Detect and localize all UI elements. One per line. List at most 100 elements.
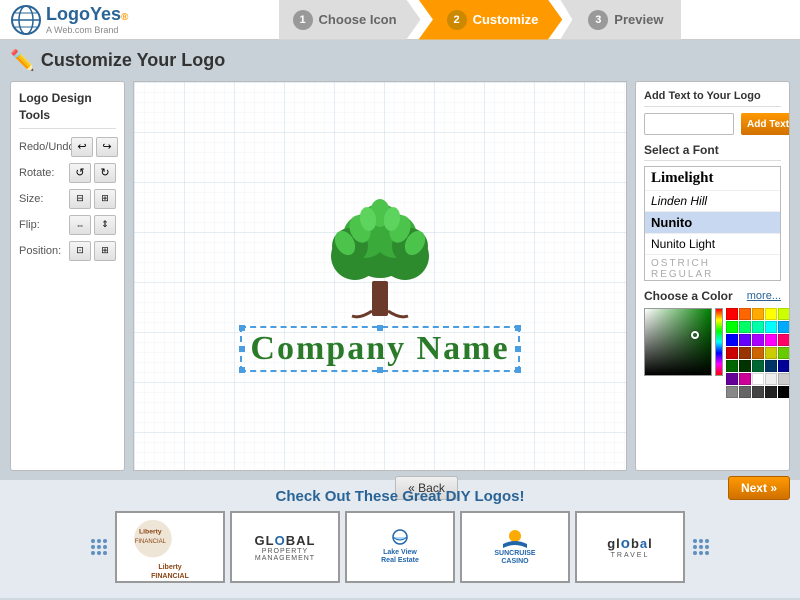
handle-mr[interactable] xyxy=(515,346,521,352)
color-swatch[interactable] xyxy=(765,373,777,385)
page-title: Customize Your Logo xyxy=(41,50,225,71)
font-section: Select a Font Limelight Linden Hill Nuni… xyxy=(644,143,781,281)
diy-logo-suncruise[interactable]: SUNCRUISECASINO xyxy=(460,511,570,583)
font-item-nunito-light[interactable]: Nunito Light xyxy=(645,234,780,255)
diy-logo-global-property[interactable]: GLOBAL PROPERTY MANAGEMENT xyxy=(230,511,340,583)
color-section: Choose a Color more... xyxy=(644,289,781,398)
step-2[interactable]: 2 Customize xyxy=(419,0,563,40)
size-label: Size: xyxy=(19,193,69,205)
color-swatch[interactable] xyxy=(726,373,738,385)
size-decrease-button[interactable]: ⊟ xyxy=(69,189,91,209)
flip-v-button[interactable]: ⇕ xyxy=(94,215,116,235)
handle-tl[interactable] xyxy=(239,325,245,331)
font-item-nunito[interactable]: Nunito xyxy=(645,212,780,234)
color-swatch[interactable] xyxy=(778,347,790,359)
font-item-ostrich[interactable]: OSTRICH REGULAR xyxy=(645,255,780,281)
color-swatch[interactable] xyxy=(752,347,764,359)
prev-logo-button[interactable] xyxy=(88,536,110,558)
color-swatch[interactable] xyxy=(739,386,751,398)
canvas-area[interactable]: Company Name xyxy=(133,81,627,471)
color-gradient-picker[interactable] xyxy=(644,308,712,376)
color-swatch[interactable] xyxy=(778,321,790,333)
color-swatch[interactable] xyxy=(765,321,777,333)
tools-panel: Logo DesignTools Redo/Undo: ↩ ↪ Rotate: … xyxy=(10,81,125,471)
color-swatch[interactable] xyxy=(778,334,790,346)
hue-slider[interactable] xyxy=(715,308,723,376)
position-left-button[interactable]: ⊡ xyxy=(69,241,91,261)
add-text-input[interactable] xyxy=(644,113,734,135)
step-3-label: Preview xyxy=(614,12,663,27)
right-panel: Add Text to Your Logo Add Text Select a … xyxy=(635,81,790,471)
next-button[interactable]: Next » xyxy=(728,476,790,500)
color-swatch[interactable] xyxy=(739,373,751,385)
text-selection-box[interactable]: Company Name xyxy=(240,326,519,372)
color-swatch[interactable] xyxy=(765,386,777,398)
handle-br[interactable] xyxy=(515,367,521,373)
step-3[interactable]: 3 Preview xyxy=(560,0,681,40)
color-swatch[interactable] xyxy=(778,373,790,385)
logo-text-area: LogoYes ® A Web.com Brand xyxy=(46,4,128,35)
add-text-button[interactable]: Add Text xyxy=(741,113,790,135)
color-swatch[interactable] xyxy=(726,321,738,333)
diy-logo-liberty[interactable]: Liberty FINANCIAL LibertyFINANCIAL xyxy=(115,511,225,583)
nav-steps: 1 Choose Icon 2 Customize 3 Preview xyxy=(160,0,800,40)
color-swatch[interactable] xyxy=(726,360,738,372)
next-logo-button[interactable] xyxy=(690,536,712,558)
color-swatch[interactable] xyxy=(726,308,738,320)
handle-tm[interactable] xyxy=(377,325,383,331)
diy-logo-global-travel[interactable]: global TRAVEL xyxy=(575,511,685,583)
color-swatch[interactable] xyxy=(752,373,764,385)
size-increase-button[interactable]: ⊞ xyxy=(94,189,116,209)
position-right-button[interactable]: ⊞ xyxy=(94,241,116,261)
color-swatch[interactable] xyxy=(739,347,751,359)
color-swatch[interactable] xyxy=(739,308,751,320)
font-item-linden[interactable]: Linden Hill xyxy=(645,191,780,212)
color-swatch[interactable] xyxy=(752,360,764,372)
color-swatch[interactable] xyxy=(765,347,777,359)
color-swatch[interactable] xyxy=(752,308,764,320)
diy-logo-lakeview[interactable]: Lake ViewReal Estate xyxy=(345,511,455,583)
rotate-right-button[interactable]: ↻ xyxy=(94,163,116,183)
color-header: Choose a Color more... xyxy=(644,289,781,303)
color-swatch[interactable] xyxy=(765,360,777,372)
color-swatch[interactable] xyxy=(739,360,751,372)
flip-h-button[interactable]: ⇔ xyxy=(69,215,91,235)
color-swatch[interactable] xyxy=(752,386,764,398)
step-1-num: 1 xyxy=(293,10,313,30)
position-label: Position: xyxy=(19,245,69,257)
step-1-label: Choose Icon xyxy=(319,12,397,27)
rotate-label: Rotate: xyxy=(19,167,69,179)
diy-section: Check Out These Great DIY Logos! Liber xyxy=(0,480,800,598)
step-2-num: 2 xyxy=(447,10,467,30)
color-swatch[interactable] xyxy=(739,321,751,333)
handle-ml[interactable] xyxy=(239,346,245,352)
color-swatch[interactable] xyxy=(765,334,777,346)
color-swatch[interactable] xyxy=(739,334,751,346)
color-swatch[interactable] xyxy=(778,386,790,398)
color-swatches xyxy=(726,308,790,398)
size-row: Size: ⊟ ⊞ xyxy=(19,189,116,209)
font-title: Select a Font xyxy=(644,143,781,161)
more-colors-link[interactable]: more... xyxy=(747,290,781,302)
rotate-left-button[interactable]: ↺ xyxy=(69,163,91,183)
color-swatch[interactable] xyxy=(726,347,738,359)
step-1[interactable]: 1 Choose Icon xyxy=(279,0,421,40)
color-swatch[interactable] xyxy=(752,321,764,333)
color-swatch[interactable] xyxy=(752,334,764,346)
handle-bl[interactable] xyxy=(239,367,245,373)
color-swatch[interactable] xyxy=(765,308,777,320)
font-list[interactable]: Limelight Linden Hill Nunito Nunito Ligh… xyxy=(644,166,781,281)
color-swatch[interactable] xyxy=(726,334,738,346)
logo-name: LogoYes xyxy=(46,4,121,25)
add-text-section: Add Text to Your Logo Add Text xyxy=(644,90,781,135)
color-swatch[interactable] xyxy=(778,360,790,372)
step-3-num: 3 xyxy=(588,10,608,30)
color-swatch[interactable] xyxy=(726,386,738,398)
handle-tr[interactable] xyxy=(515,325,521,331)
logo-display: Company Name xyxy=(134,82,626,470)
undo-button[interactable]: ↪ xyxy=(96,137,118,157)
redo-button[interactable]: ↩ xyxy=(71,137,93,157)
color-swatch[interactable] xyxy=(778,308,790,320)
handle-bm[interactable] xyxy=(377,367,383,373)
font-item-limelight[interactable]: Limelight xyxy=(645,167,780,191)
